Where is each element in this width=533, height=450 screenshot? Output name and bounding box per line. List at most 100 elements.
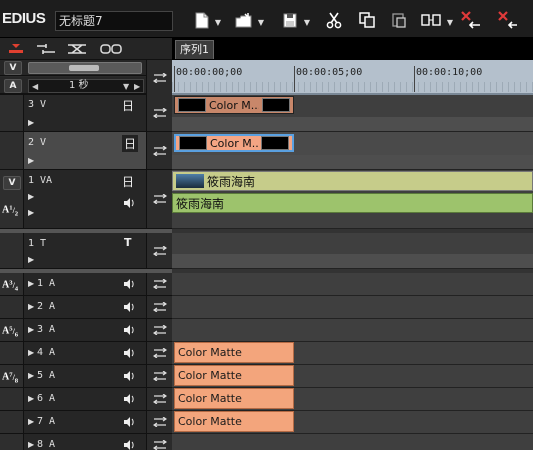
track-header-audio[interactable]: ▶ 2 A (0, 296, 172, 319)
audio-patch-badge[interactable]: A1/2 (2, 203, 18, 219)
timeline-ruler[interactable]: 00:00:00;00 00:00:05;00 00:00:10;00 (172, 60, 533, 95)
track-sync-button[interactable] (146, 388, 172, 410)
insert-mode-dropdown-icon[interactable]: ▼ (446, 18, 454, 28)
track-header-1va[interactable]: V A1/2 1 VA 日 ▶ ▶ (0, 170, 172, 229)
expand-audio-icon[interactable]: ▶ (28, 208, 34, 217)
track-sync-button[interactable] (146, 95, 172, 131)
sync-all-button[interactable] (146, 60, 172, 95)
open-dropdown-icon[interactable]: ▼ (257, 18, 265, 28)
clip-color-matte-v3[interactable]: Color M... (174, 96, 294, 114)
track-sync-button[interactable] (146, 365, 172, 387)
delete-icon[interactable] (495, 8, 519, 32)
speaker-icon[interactable] (123, 439, 135, 450)
track-header-audio[interactable]: ▶ 7 A (0, 411, 172, 434)
track-header-audio[interactable]: A7/8 ▶ 5 A (0, 365, 172, 388)
lane-audio[interactable] (172, 434, 533, 450)
audio-patch-badge[interactable]: A3/4 (2, 278, 18, 294)
video-mute-icon[interactable]: 日 (122, 173, 134, 190)
expand-track-icon[interactable]: ▶ (28, 255, 34, 264)
track-header-audio[interactable]: ▶ 6 A (0, 388, 172, 411)
video-mute-icon[interactable]: 日 (122, 135, 139, 152)
track-sync-button[interactable] (146, 233, 172, 268)
track-header-audio[interactable]: ▶ 8 A (0, 434, 172, 450)
clip-audio-xiaoyu-hainan[interactable]: 筱雨海南 (172, 193, 533, 213)
lane-audio[interactable] (172, 319, 533, 342)
expand-track-icon[interactable]: ▶ (28, 279, 34, 288)
track-sync-icon[interactable] (35, 42, 57, 56)
video-mute-icon[interactable]: 日 (122, 97, 134, 114)
track-sync-button[interactable] (146, 273, 172, 295)
timescale-select[interactable]: ◀ 1 秒 ▼ ▶ (28, 79, 144, 93)
clip-color-matte-audio[interactable]: Color Matte (174, 411, 294, 432)
ripple-delete-icon[interactable] (458, 8, 482, 32)
audio-patch-badge[interactable]: A7/8 (2, 370, 18, 386)
tab-sequence-1[interactable]: 序列1 (175, 40, 214, 59)
expand-track-icon[interactable]: ▶ (28, 192, 34, 201)
track-sync-button[interactable] (146, 296, 172, 318)
save-dropdown-icon[interactable]: ▼ (303, 18, 311, 28)
timeline-scroll-thumb[interactable] (69, 65, 99, 71)
clip-color-matte-audio[interactable]: Color Matte (174, 365, 294, 386)
group-link-icon[interactable] (100, 42, 122, 56)
track-header-audio[interactable]: A3/4 ▶ 1 A (0, 273, 172, 296)
clip-video-xiaoyu-hainan[interactable]: 筱雨海南 (172, 171, 533, 191)
expand-track-icon[interactable]: ▶ (28, 417, 34, 426)
expand-track-icon[interactable]: ▶ (28, 348, 34, 357)
title-track-icon[interactable]: T (124, 236, 132, 249)
lane-audio[interactable]: Color Matte (172, 388, 533, 411)
clip-color-matte-audio[interactable]: Color Matte (174, 388, 294, 409)
track-sync-button[interactable] (146, 170, 172, 228)
lane-3v[interactable]: Color M... (172, 95, 533, 132)
track-sync-button[interactable] (146, 411, 172, 433)
lane-2v[interactable]: Color M... (172, 132, 533, 170)
speaker-icon[interactable] (123, 416, 135, 428)
track-sync-button[interactable] (146, 319, 172, 341)
timeline-scroll-slider[interactable] (28, 62, 142, 74)
speaker-icon[interactable] (123, 197, 135, 209)
expand-track-icon[interactable]: ▶ (28, 118, 34, 127)
track-header-audio[interactable]: ▶ 4 A (0, 342, 172, 365)
video-lock-badge[interactable]: V (4, 61, 22, 75)
track-header-3v[interactable]: 3 V 日 ▶ (0, 95, 172, 132)
clip-link-icon[interactable] (66, 42, 88, 56)
track-sync-button[interactable] (146, 342, 172, 364)
timescale-left-arrow-icon[interactable]: ◀ (32, 82, 38, 91)
track-header-2v[interactable]: 2 V 日 ▶ (0, 132, 172, 170)
audio-lock-badge[interactable]: A (4, 79, 22, 93)
lane-audio[interactable]: Color Matte (172, 365, 533, 388)
expand-track-icon[interactable]: ▶ (28, 394, 34, 403)
cut-icon[interactable] (322, 8, 346, 32)
timescale-right-arrow-icon[interactable]: ▶ (134, 82, 140, 91)
expand-track-icon[interactable]: ▶ (28, 156, 34, 165)
insert-mode-icon[interactable] (419, 8, 443, 32)
open-project-icon[interactable] (232, 8, 256, 32)
speaker-icon[interactable] (123, 278, 135, 290)
copy-icon[interactable] (355, 8, 379, 32)
project-title-field[interactable]: 无标题7 (55, 11, 173, 31)
lane-1t[interactable] (172, 233, 533, 269)
track-sync-button[interactable] (146, 434, 172, 450)
speaker-icon[interactable] (123, 324, 135, 336)
expand-track-icon[interactable]: ▶ (28, 440, 34, 449)
lane-audio[interactable] (172, 273, 533, 296)
speaker-icon[interactable] (123, 393, 135, 405)
clip-color-matte-audio[interactable]: Color Matte (174, 342, 294, 363)
track-header-1t[interactable]: 1 T T ▶ (0, 233, 172, 269)
speaker-icon[interactable] (123, 370, 135, 382)
new-project-icon[interactable] (190, 8, 214, 32)
save-project-icon[interactable] (278, 8, 302, 32)
lane-1va[interactable]: 筱雨海南 筱雨海南 (172, 170, 533, 229)
lane-audio[interactable]: Color Matte (172, 342, 533, 365)
set-in-out-icon[interactable] (5, 42, 27, 56)
audio-patch-badge[interactable]: A5/6 (2, 324, 18, 340)
track-sync-button[interactable] (146, 132, 172, 169)
expand-track-icon[interactable]: ▶ (28, 325, 34, 334)
timescale-dropdown-icon[interactable]: ▼ (123, 82, 129, 91)
new-dropdown-icon[interactable]: ▼ (214, 18, 222, 28)
video-patch-badge[interactable]: V (3, 176, 21, 190)
lane-audio[interactable] (172, 296, 533, 319)
paste-icon[interactable] (387, 8, 411, 32)
speaker-icon[interactable] (123, 347, 135, 359)
clip-color-matte-v2[interactable]: Color M... (174, 134, 294, 152)
lane-audio[interactable]: Color Matte (172, 411, 533, 434)
